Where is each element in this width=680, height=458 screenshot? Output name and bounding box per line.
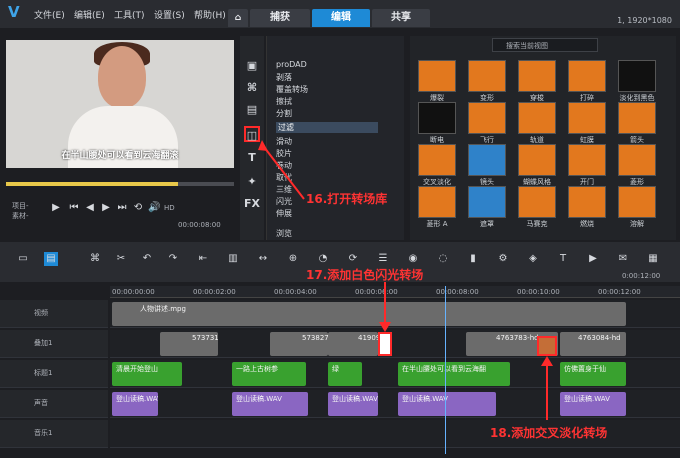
arrowhead-step18 — [541, 356, 553, 366]
arrowhead-step17 — [379, 322, 391, 332]
annotation-arrows — [258, 140, 553, 420]
arrowhead-step16 — [258, 140, 268, 151]
arrow-step16 — [263, 146, 305, 200]
